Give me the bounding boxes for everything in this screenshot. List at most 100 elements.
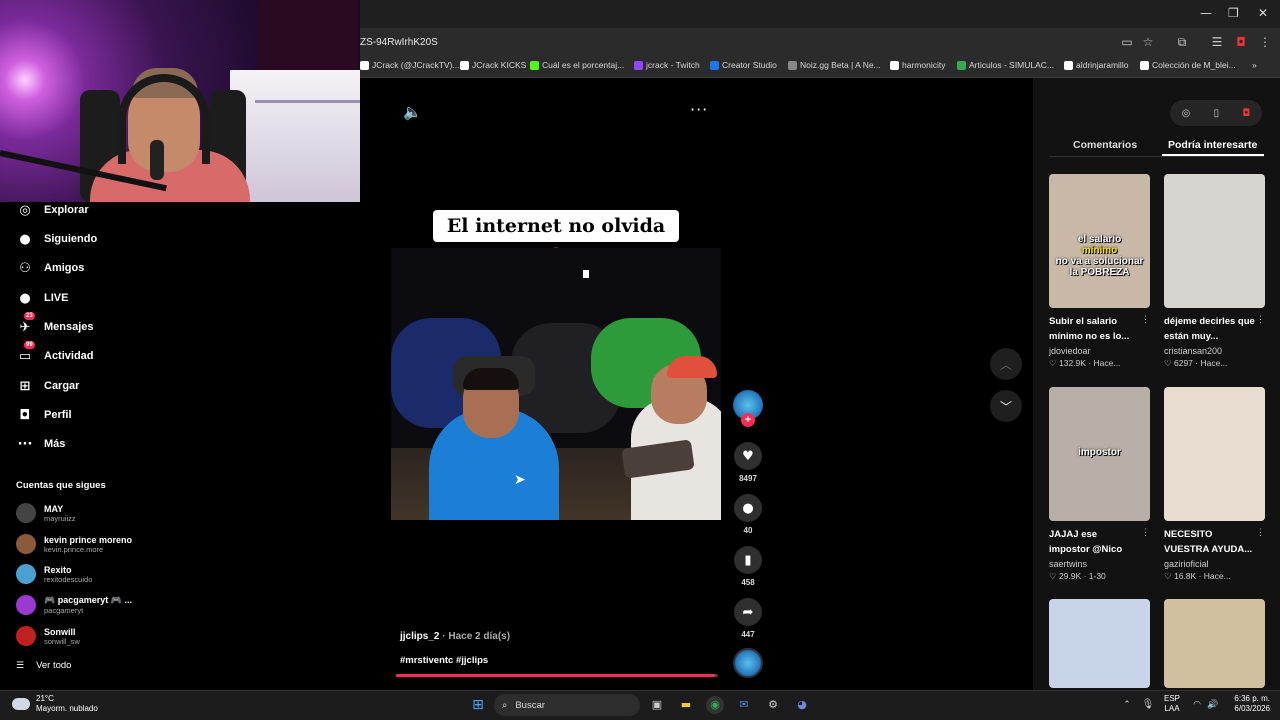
windows-start-icon[interactable]: ⊞ [469, 696, 487, 714]
card-title[interactable]: Subir el salario mínimo no es lo... [1049, 314, 1150, 344]
save-action[interactable]: ▮ 458 [734, 546, 762, 587]
url-text[interactable]: ZS-94RwIrhK20S [360, 37, 438, 48]
heart-icon[interactable]: ♥ [734, 442, 762, 470]
task-view-icon[interactable]: ▣ [648, 696, 666, 714]
card-title[interactable]: JAJAJ ese impostor @Nico [1049, 527, 1150, 557]
comment-action[interactable]: ● 40 [734, 494, 762, 535]
speaker-icon[interactable]: 🔊 [1204, 696, 1222, 714]
like-action[interactable]: ♥ 8497 [734, 442, 762, 483]
bookmark-star-icon[interactable]: ☆ [1141, 35, 1155, 49]
sidebar-item-activity[interactable]: ▭ 99 Actividad [16, 341, 94, 367]
compass-icon[interactable]: ◎ [1182, 108, 1191, 119]
sidebar-item-profile[interactable]: ◘ Perfil [16, 404, 72, 426]
tab-recommended[interactable]: Podría interesarte [1168, 139, 1257, 151]
bookmark-icon[interactable]: ▮ [734, 546, 762, 574]
followed-account[interactable]: 🎮 pacgameryt 🎮 ... pacgameryt [16, 595, 132, 615]
chrome-icon[interactable]: ◉ [706, 696, 724, 714]
tab-comments[interactable]: Comentarios [1073, 139, 1137, 151]
sidebar-item-live[interactable]: ● LIVE [16, 287, 68, 309]
steam-icon[interactable]: ⚙ [764, 696, 782, 714]
volume-icon[interactable]: 🔈 [403, 103, 423, 123]
live-icon: ● [19, 290, 31, 306]
close-button[interactable]: ✕ [1258, 6, 1268, 20]
author-name[interactable]: jjclips_2 [400, 631, 439, 642]
file-explorer-icon[interactable]: ▬ [677, 696, 695, 714]
followed-account[interactable]: kevin prince moreno kevin.prince.more [16, 534, 132, 554]
card-username[interactable]: gazirioficial [1164, 559, 1265, 569]
followed-account[interactable]: Sonwill sonwill_sw [16, 626, 80, 646]
heart-outline-icon: ♡ [1049, 358, 1059, 368]
phone-icon[interactable]: ▯ [1214, 108, 1220, 119]
video-thumbnail[interactable]: el salario mínimo no va a solucionar la PO… [1049, 174, 1150, 308]
bookmark-item[interactable]: JCrack KICKS [460, 60, 526, 70]
more-options-icon[interactable]: ··· [690, 100, 708, 119]
sidebar-item-messages[interactable]: ✈ 23 Mensajes [16, 312, 94, 338]
mail-icon[interactable]: ✉ [735, 696, 753, 714]
profile-avatar-icon[interactable]: ◘ [1234, 35, 1248, 49]
card-title[interactable]: NECESITO VUESTRA AYUDA... [1164, 527, 1265, 557]
recommended-video-card[interactable]: déjeme decirles que están muy... ⋮ cristia… [1164, 174, 1265, 369]
card-username[interactable]: cristiansan200 [1164, 346, 1265, 356]
video-thumbnail[interactable] [1164, 599, 1265, 688]
taskbar-search[interactable]: ⌕ Buscar [494, 694, 640, 716]
extensions-icon[interactable]: ⧉ [1175, 35, 1189, 49]
cast-icon[interactable]: ▭ [1120, 35, 1134, 49]
recommended-video-card[interactable]: impostor JAJAJ ese impostor @Nico ⋮ saertwi… [1049, 387, 1150, 582]
sidebar-item-following[interactable]: ● Siguiendo [16, 228, 97, 250]
weather-widget[interactable]: 21°C Mayorm. nublado [12, 694, 98, 714]
bookmark-item[interactable]: Colección de M_blei... [1140, 60, 1236, 70]
video-thumbnail[interactable] [1049, 599, 1150, 688]
bookmark-item[interactable]: Noiz.gg Beta | A Ne... [788, 60, 881, 70]
video-thumbnail[interactable] [1164, 174, 1265, 308]
recommended-video-card[interactable] [1049, 599, 1150, 688]
video-hashtags[interactable]: #mrstiventc #jjclips [400, 655, 488, 666]
card-title[interactable]: déjeme decirles que están muy... [1164, 314, 1265, 344]
bookmark-item[interactable]: Articulos - SIMULAC... [957, 60, 1054, 70]
recommended-video-card[interactable]: el salario mínimo no va a solucionar la PO… [1049, 174, 1150, 369]
recommended-video-card[interactable] [1164, 599, 1265, 688]
user-avatar-icon[interactable]: ◘ [1242, 108, 1250, 119]
discord-icon[interactable]: ◕ [793, 696, 811, 714]
reading-list-icon[interactable]: ☰ [1210, 35, 1224, 49]
next-video-button[interactable]: ﹀ [990, 390, 1022, 422]
video-author[interactable]: jjclips_2 · Hace 2 día(s) [400, 631, 510, 642]
sidebar-item-friends[interactable]: ⚇ Amigos [16, 257, 84, 279]
tray-chevron-icon[interactable]: ⌃ [1118, 696, 1136, 714]
share-action[interactable]: ➦ 447 [734, 598, 762, 639]
followed-account[interactable]: MAY mayruiizz [16, 503, 76, 523]
video-thumbnail[interactable]: impostor [1049, 387, 1150, 521]
music-disc-avatar[interactable] [733, 648, 763, 678]
video-frame[interactable] [391, 248, 721, 520]
comment-icon[interactable]: ● [734, 494, 762, 522]
system-clock[interactable]: 6:36 p. m. 6/03/2026 [1224, 694, 1270, 714]
sidebar-item-compass[interactable]: ◎ Explorar [16, 199, 88, 221]
sidebar-item-more[interactable]: ··· Más [16, 433, 66, 455]
more-bookmarks-button[interactable]: » [1252, 60, 1257, 70]
bookmark-item[interactable]: jcrack - Twitch [634, 60, 700, 70]
share-icon[interactable]: ➦ [734, 598, 762, 626]
card-menu-icon[interactable]: ⋮ [1256, 314, 1265, 325]
bookmark-item[interactable]: harmonicity [890, 60, 945, 70]
thumbnail-text-line: no va a solucionar la POBREZA [1055, 256, 1144, 278]
follow-plus-button[interactable]: + [741, 413, 755, 427]
bookmark-item[interactable]: Cuál es el porcentaj... [530, 60, 624, 70]
card-menu-icon[interactable]: ⋮ [1141, 527, 1150, 538]
sidebar-item-upload[interactable]: ⊞ Cargar [16, 375, 80, 397]
bookmark-item[interactable]: JCrack (@JCrackTV)... [360, 60, 460, 70]
bookmark-item[interactable]: aldrinjaramillo [1064, 60, 1128, 70]
card-menu-icon[interactable]: ⋮ [1141, 314, 1150, 325]
microphone-icon[interactable]: 🎙 [1139, 696, 1157, 714]
chrome-menu-icon[interactable]: ⋮ [1258, 35, 1272, 49]
language-indicator[interactable]: ESP LAA [1164, 694, 1180, 714]
followed-account[interactable]: Rexito rexitodescuido [16, 564, 92, 584]
bookmark-item[interactable]: Creator Studio [710, 60, 777, 70]
minimize-button[interactable]: — [1200, 6, 1212, 20]
video-thumbnail[interactable] [1164, 387, 1265, 521]
card-username[interactable]: saertwins [1049, 559, 1150, 569]
restore-button[interactable]: ❐ [1228, 6, 1239, 20]
card-menu-icon[interactable]: ⋮ [1256, 527, 1265, 538]
recommended-video-card[interactable]: NECESITO VUESTRA AYUDA... ⋮ gazirioficial ♡… [1164, 387, 1265, 582]
see-all-link[interactable]: ☰ Ver todo [16, 660, 71, 671]
previous-video-button[interactable]: ︿ [990, 348, 1022, 380]
card-username[interactable]: jdoviedoar [1049, 346, 1150, 356]
